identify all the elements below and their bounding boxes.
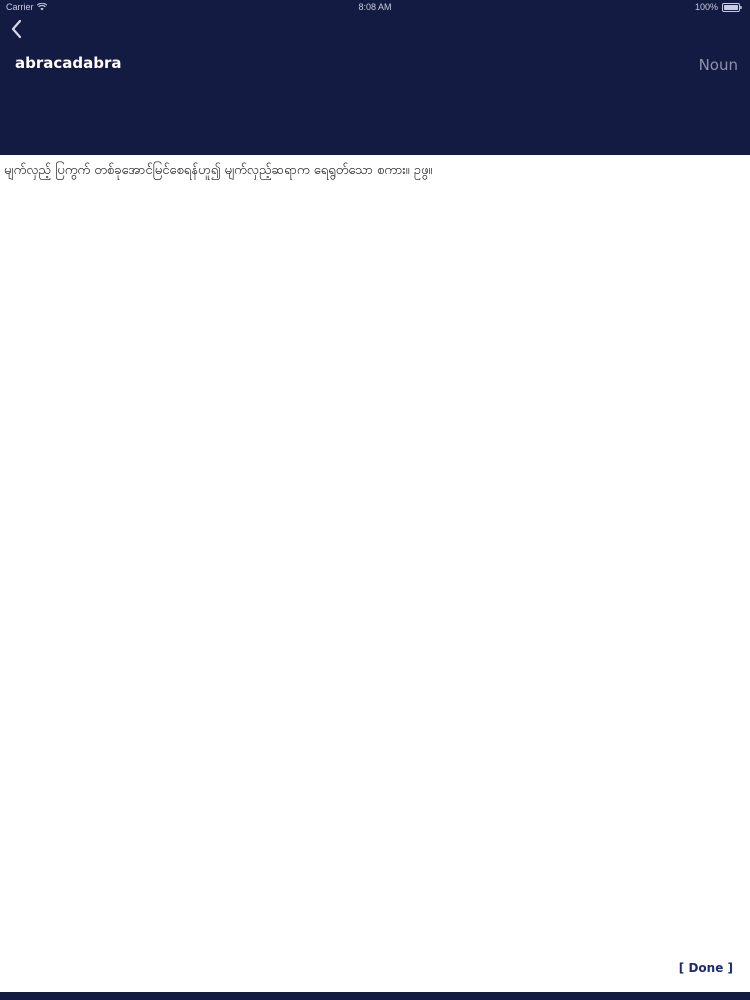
header: Carrier 8:08 AM 100% abracadabra Noun: [0, 0, 750, 155]
word-detail-screen: Carrier 8:08 AM 100% abracadabra Noun မျ…: [0, 0, 750, 1000]
part-of-speech-label: Noun: [698, 56, 738, 74]
battery-percent: 100%: [694, 2, 718, 12]
bottom-bar: [0, 992, 750, 1000]
clock: 8:08 AM: [358, 2, 392, 12]
status-right: 100%: [695, 2, 742, 12]
back-button[interactable]: [4, 18, 28, 44]
battery-icon: [722, 2, 742, 12]
word-title: abracadabra: [15, 54, 122, 72]
definition-text: မျက်လှည့် ပြကွက် တစ်ခုအောင်မြင်စေရန်ဟူ၍ …: [4, 163, 433, 178]
done-button[interactable]: [ Done ]: [679, 961, 733, 975]
chevron-left-icon: [10, 19, 22, 43]
status-bar: Carrier 8:08 AM 100%: [0, 0, 750, 16]
